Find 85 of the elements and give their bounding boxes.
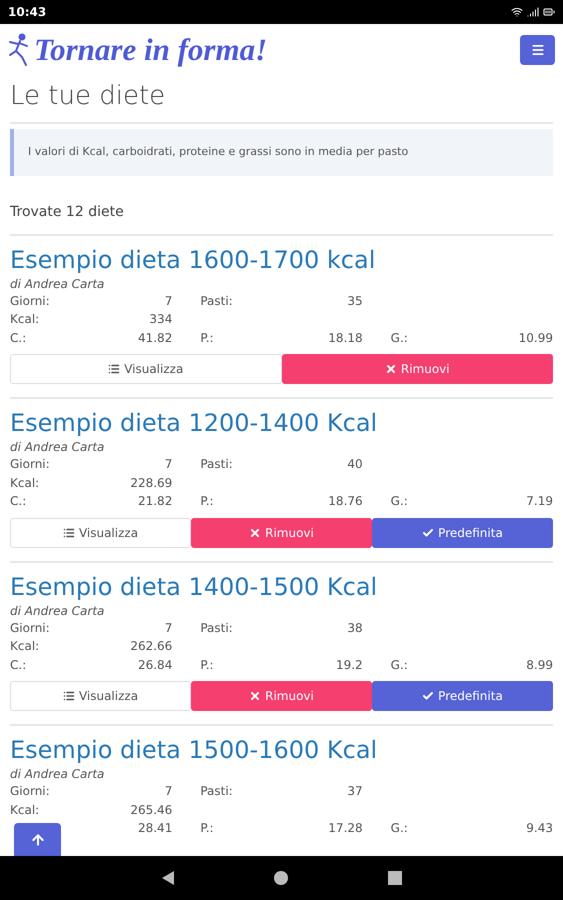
stat-value: 7 [164,620,172,636]
list-icon [62,690,75,702]
stat-label: Kcal: [10,638,40,655]
stat-label: C.: [10,330,26,346]
stat-value: 17.28 [328,820,363,837]
stat-label: Pasti: [200,456,233,473]
back-icon[interactable] [162,871,174,885]
view-button[interactable]: Visualizza [10,518,191,548]
stat-value: 9.43 [526,820,553,837]
default-button[interactable]: Predefinita [372,681,553,711]
stat-value: 21.82 [138,493,172,510]
stat-value: 28.41 [138,820,172,837]
stat-label: C.: [10,493,26,510]
stat-label: P.: [200,330,214,346]
remove-button[interactable]: Rimuovi [282,354,553,384]
close-icon [249,526,262,538]
signal-icon [527,6,539,18]
view-button[interactable]: Visualizza [10,354,282,384]
stat-label: Kcal: [10,474,40,492]
stat-label: Giorni: [10,620,50,636]
stat-label: Kcal: [10,802,40,818]
stat-value: 10.99 [518,330,553,346]
check-icon [422,690,434,702]
view-button[interactable]: Visualizza [10,681,191,711]
scroll-top-button[interactable] [14,823,61,856]
stat-value: 41.82 [138,330,172,346]
diet-author: di Andrea Carta [10,766,106,782]
stat-label: Pasti: [200,620,233,636]
stat-value: 40 [347,456,363,473]
stat-label: G.: [390,820,408,837]
remove-button[interactable]: Rimuovi [191,681,372,711]
status-time: 10:43 [8,4,46,21]
menu-button[interactable] [520,35,555,65]
stat-value: 228.69 [130,474,172,492]
stat-value: 18.76 [328,493,363,510]
check-icon [422,526,434,538]
stat-value: 37 [347,783,363,800]
stat-value: 18.18 [328,330,363,346]
runner-logo-icon [6,33,30,67]
diet-title[interactable]: Esempio dieta 1500-1600 Kcal [10,734,553,766]
stat-label: P.: [200,656,214,674]
diet-title[interactable]: Esempio dieta 1600-1700 kcal [10,244,553,276]
list-icon [62,526,75,538]
stat-label: G.: [390,493,408,510]
menu-icon [530,43,544,57]
stat-label: G.: [390,656,408,674]
diet-author: di Andrea Carta [10,602,106,618]
close-icon [249,690,262,702]
results-count: Trovate 12 diete [10,202,125,222]
diet-title[interactable]: Esempio dieta 1200-1400 Kcal [10,407,553,439]
stat-value: 26.84 [138,656,172,674]
stat-label: C.: [10,656,26,674]
stat-value: 334 [149,311,172,328]
diet-author: di Andrea Carta [10,439,106,455]
stat-value: 7 [164,292,172,310]
stat-value: 8.99 [526,656,553,674]
page-heading: Le tue diete [10,76,553,124]
stat-value: 38 [347,620,363,636]
stat-value: 262.66 [130,638,172,655]
default-button[interactable]: Predefinita [372,518,553,548]
stat-label: Kcal: [10,311,40,328]
stat-label: P.: [200,820,214,837]
battery-icon [543,6,555,18]
stat-label: Giorni: [10,783,50,800]
stat-value: 7.19 [526,493,553,510]
home-icon[interactable] [274,871,288,885]
stat-value: 35 [347,292,363,310]
stat-value: 265.46 [130,802,172,818]
recents-icon[interactable] [388,871,402,885]
close-icon [384,363,397,375]
stat-label: G.: [390,330,408,346]
stat-label: Pasti: [200,783,233,800]
info-box: I valori di Kcal, carboidrati, proteine e grassi sono in media per pasto [10,129,553,176]
stat-label: Giorni: [10,456,50,473]
stat-value: 7 [164,783,172,800]
stat-label: Pasti: [200,292,233,310]
app-title: Tornare in forma! [34,30,268,69]
diet-title[interactable]: Esempio dieta 1400-1500 Kcal [10,570,553,602]
remove-button[interactable]: Rimuovi [191,518,372,548]
list-icon [108,363,120,375]
stat-label: P.: [200,493,214,510]
stat-value: 7 [164,456,172,473]
stat-value: 19.2 [336,656,363,674]
stat-label: Giorni: [10,292,50,310]
diet-author: di Andrea Carta [10,276,106,292]
